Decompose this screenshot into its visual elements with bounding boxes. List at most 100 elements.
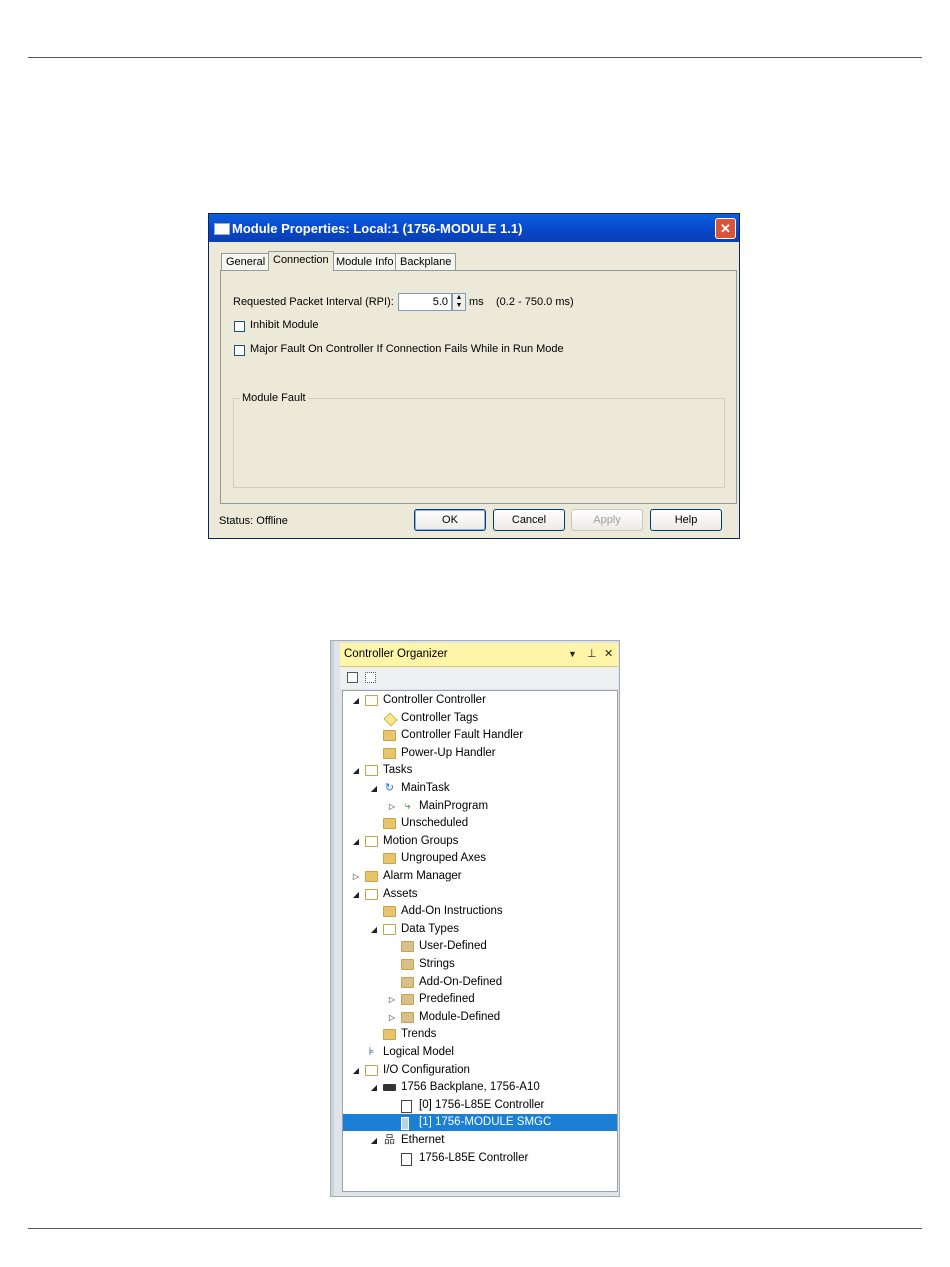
- collapse-all-icon[interactable]: [347, 672, 358, 683]
- apply-button[interactable]: Apply: [571, 509, 643, 531]
- tree-item[interactable]: [0] 1756-L85E Controller: [343, 1097, 617, 1114]
- tree-item[interactable]: User-Defined: [343, 938, 617, 955]
- tree-item-label: Tasks: [383, 764, 413, 777]
- tab-backplane[interactable]: Backplane: [395, 253, 457, 270]
- tree-item[interactable]: ◢ Assets: [343, 886, 617, 903]
- tab-connection[interactable]: Connection: [268, 251, 334, 271]
- tree-item[interactable]: Trends: [343, 1026, 617, 1043]
- top-rule: [28, 57, 922, 58]
- tab-module-info[interactable]: Module Info: [331, 253, 399, 270]
- tree-item[interactable]: Strings: [343, 956, 617, 973]
- inhibit-module-checkbox[interactable]: [234, 321, 245, 332]
- panel-edge: [331, 641, 334, 1196]
- tree-item[interactable]: Ungrouped Axes: [343, 850, 617, 867]
- organizer-toolbar: [340, 667, 618, 689]
- tree-item-label: [1] 1756-MODULE SMGC: [419, 1116, 552, 1129]
- tree-item-label: Ethernet: [401, 1134, 445, 1146]
- organizer-header: Controller Organizer ▼ ⊥ ✕: [340, 643, 618, 667]
- controller-icon: [401, 1152, 412, 1166]
- tree-item[interactable]: ◢ Motion Groups: [343, 833, 617, 850]
- collapse-arrow-icon[interactable]: ◢: [369, 780, 379, 797]
- tree-item[interactable]: ◢ Tasks: [343, 762, 617, 779]
- tree-item[interactable]: Power-Up Handler: [343, 745, 617, 762]
- tree-item[interactable]: Controller Tags: [343, 710, 617, 727]
- tree-item[interactable]: ◢ I/O Configuration: [343, 1062, 617, 1079]
- expand-arrow-icon[interactable]: ▷: [387, 798, 397, 815]
- tree-item[interactable]: ◢ ↻ MainTask: [343, 780, 617, 797]
- tree-item[interactable]: ◢ 品 Ethernet: [343, 1132, 617, 1149]
- inhibit-module-label[interactable]: Inhibit Module: [250, 319, 319, 331]
- tree-item-label: 1756 Backplane, 1756-A10: [401, 1081, 540, 1094]
- close-icon[interactable]: ✕: [604, 647, 613, 660]
- controller-icon: [401, 1099, 412, 1113]
- tree-item-label: Trends: [401, 1028, 437, 1041]
- tree-item-label: Power-Up Handler: [401, 746, 496, 759]
- tag-icon: [383, 712, 398, 727]
- rpi-input[interactable]: 5.0: [398, 293, 452, 311]
- tree-item[interactable]: Unscheduled: [343, 815, 617, 832]
- tree-item[interactable]: Add-On-Defined: [343, 974, 617, 991]
- folder-open-icon: [365, 765, 378, 777]
- dialog-titlebar[interactable]: Module Properties: Local:1 (1756-MODULE …: [209, 214, 739, 242]
- tree-item[interactable]: Add-On Instructions: [343, 903, 617, 920]
- module-icon: [401, 1117, 409, 1131]
- tree-item[interactable]: ▷ ⤷ MainProgram: [343, 798, 617, 815]
- folder-closed-icon: [383, 818, 396, 830]
- tree-item-label: Logical Model: [383, 1046, 454, 1058]
- tree-item[interactable]: ◢ Data Types: [343, 921, 617, 938]
- collapse-arrow-icon[interactable]: ◢: [351, 762, 361, 779]
- tree-item-label: MainProgram: [419, 799, 489, 812]
- dialog-title: Module Properties: Local:1 (1756-MODULE …: [232, 221, 523, 236]
- network-icon: 品: [384, 1134, 395, 1146]
- major-fault-label[interactable]: Major Fault On Controller If Connection …: [250, 343, 564, 355]
- help-button[interactable]: Help: [650, 509, 722, 531]
- close-icon[interactable]: ✕: [715, 218, 736, 239]
- program-icon: ⤷: [404, 799, 411, 812]
- collapse-arrow-icon[interactable]: ◢: [351, 692, 361, 709]
- ok-button[interactable]: OK: [414, 509, 486, 531]
- tree-item-label: [0] 1756-L85E Controller: [419, 1098, 545, 1111]
- tree-item-label: Unscheduled: [401, 817, 469, 830]
- tree-item-label: Controller Controller: [383, 694, 486, 706]
- expand-arrow-icon[interactable]: ▷: [387, 991, 397, 1008]
- dropdown-icon[interactable]: ▼: [568, 649, 577, 659]
- collapse-arrow-icon[interactable]: ◢: [369, 1079, 379, 1096]
- collapse-arrow-icon[interactable]: ◢: [369, 921, 379, 938]
- collapse-arrow-icon[interactable]: ◢: [351, 833, 361, 850]
- cancel-button[interactable]: Cancel: [493, 509, 565, 531]
- tree-item-label: Module-Defined: [419, 1010, 501, 1023]
- tree-item[interactable]: ▷ Alarm Manager: [343, 868, 617, 885]
- tree-item[interactable]: 1756-L85E Controller: [343, 1150, 617, 1167]
- spin-down-icon[interactable]: ▼: [453, 302, 465, 310]
- tree-item-label: Data Types: [401, 922, 459, 935]
- tree-item[interactable]: ⊧ Logical Model: [343, 1044, 617, 1061]
- tree-item[interactable]: ▷ Predefined: [343, 991, 617, 1008]
- major-fault-checkbox[interactable]: [234, 345, 245, 356]
- folder-open-icon: [365, 888, 378, 900]
- tree-item-label: Ungrouped Axes: [401, 852, 487, 865]
- controller-organizer-panel: Controller Organizer ▼ ⊥ ✕ ◢ Controller C…: [330, 640, 620, 1197]
- tree-item[interactable]: ◢ Controller Controller: [343, 692, 617, 709]
- tree-item-label: Predefined: [419, 993, 475, 1006]
- folder-closed-icon: [365, 871, 378, 882]
- rpi-spinner[interactable]: ▲ ▼: [452, 293, 466, 311]
- tab-general[interactable]: General: [221, 253, 271, 270]
- expand-arrow-icon[interactable]: ▷: [351, 868, 361, 885]
- view-options-icon[interactable]: [365, 672, 376, 683]
- tree-item[interactable]: [1] 1756-MODULE SMGC: [343, 1114, 617, 1132]
- collapse-arrow-icon[interactable]: ◢: [369, 1132, 379, 1149]
- expand-arrow-icon[interactable]: ▷: [387, 1009, 397, 1026]
- tree-item-label: I/O Configuration: [383, 1063, 470, 1076]
- organizer-tree: ◢ Controller Controller Controller Tags Con…: [342, 690, 618, 1192]
- collapse-arrow-icon[interactable]: ◢: [351, 886, 361, 903]
- rpi-range: (0.2 - 750.0 ms): [496, 296, 574, 308]
- pin-icon[interactable]: ⊥: [587, 647, 597, 660]
- collapse-arrow-icon[interactable]: ◢: [351, 1062, 361, 1079]
- tree-item[interactable]: Controller Fault Handler: [343, 727, 617, 744]
- spin-up-icon[interactable]: ▲: [453, 294, 465, 302]
- bottom-rule: [28, 1228, 922, 1229]
- tree-item-label: Alarm Manager: [383, 870, 462, 882]
- task-icon: ↻: [384, 782, 395, 794]
- tree-item[interactable]: ◢ 1756 Backplane, 1756-A10: [343, 1079, 617, 1096]
- tree-item[interactable]: ▷ Module-Defined: [343, 1009, 617, 1026]
